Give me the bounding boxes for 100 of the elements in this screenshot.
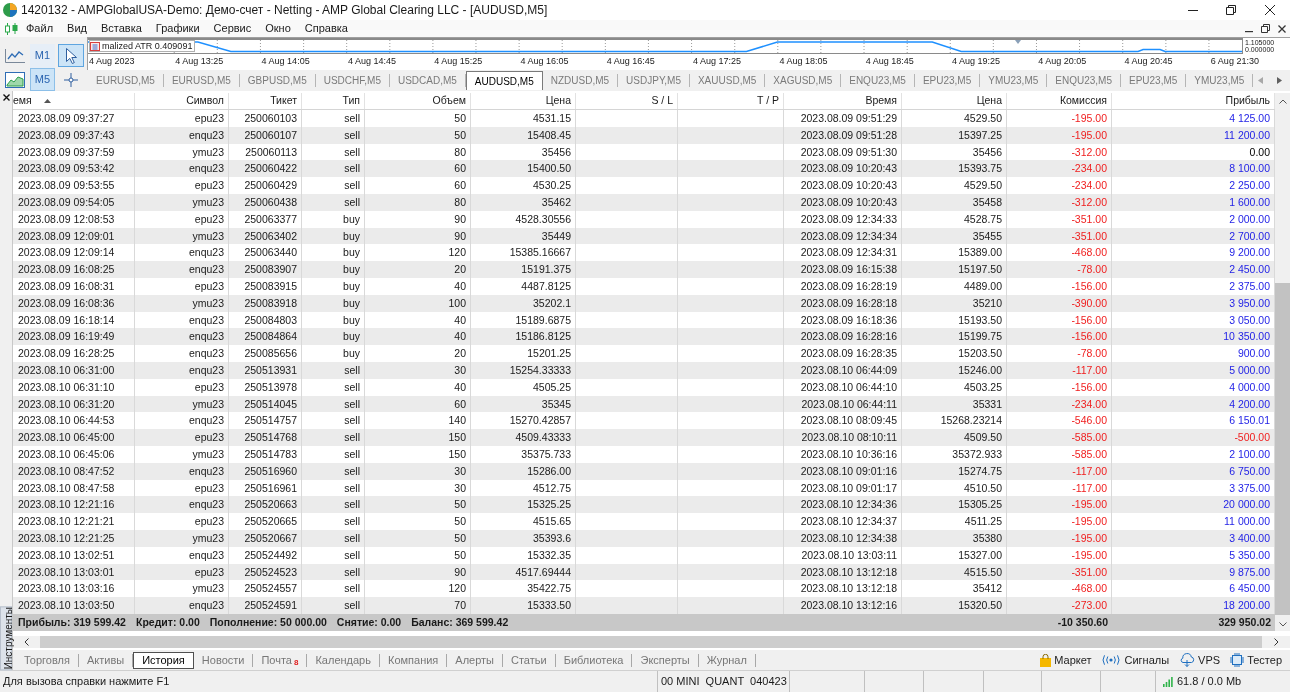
chart-tab[interactable]: USDCHF,M5: [315, 74, 390, 87]
table-cell: 2023.08.10 06:44:10: [784, 378, 902, 396]
area-chart-icon[interactable]: [5, 71, 25, 88]
table-cell: 15327.00: [902, 546, 1007, 564]
column-header[interactable]: S / L: [576, 93, 678, 109]
table-cell: buy: [302, 294, 365, 312]
column-header[interactable]: Тип: [302, 93, 365, 109]
table-cell: 2023.08.09 16:08:31: [13, 277, 135, 295]
time-axis-label: 4 Aug 17:25: [693, 56, 742, 66]
candlestick-icon[interactable]: [5, 22, 18, 35]
table-cell: sell: [302, 429, 365, 446]
table-cell: 35380: [902, 529, 1007, 547]
column-header[interactable]: Время: [784, 93, 902, 109]
panel-tab[interactable]: Эксперты: [632, 653, 699, 667]
menu-item[interactable]: Вставка: [93, 20, 149, 37]
window-title: 1420132 - AMPGlobalUSA-Demo: Демо-счет - Netting - AMP Global Clearing LLC - [AUDUSD,M5]: [21, 2, 548, 19]
restore-icon: [1226, 5, 1236, 15]
table-cell: 2023.08.10 10:36:16: [784, 445, 902, 463]
table-cell: 15203.50: [902, 345, 1007, 362]
table-cell: sell: [302, 445, 365, 463]
chart-tab[interactable]: EPU23,M5: [1120, 74, 1187, 87]
line-chart-icon[interactable]: [5, 48, 25, 63]
table-cell: enqu23: [135, 126, 229, 144]
table-cell: ymu23: [135, 529, 229, 547]
table-cell: ymu23: [135, 194, 229, 211]
column-header[interactable]: Символ: [135, 93, 229, 109]
chart-tab[interactable]: YMU23,M5: [980, 74, 1048, 87]
table-cell: epu23: [135, 110, 229, 127]
chart-tab[interactable]: USDCAD,M5: [389, 74, 466, 87]
table-cell: sell: [302, 597, 365, 614]
chart-tab[interactable]: EURUSD,M5: [88, 74, 164, 87]
scroll-right-icon[interactable]: [1277, 77, 1282, 84]
status-traffic: 61.8 / 0.0 Mb: [1177, 674, 1242, 690]
table-cell: 15333.50: [471, 597, 576, 614]
chevron-left-icon[interactable]: [24, 638, 29, 646]
table-cell: 250085656: [229, 345, 302, 362]
chart-tab[interactable]: USDJPY,M5: [618, 74, 690, 87]
menu-item[interactable]: Справка: [297, 20, 355, 37]
column-header[interactable]: T / P: [678, 93, 784, 109]
panel-tab[interactable]: Библиотека: [555, 653, 633, 667]
panel-tab[interactable]: История: [133, 651, 194, 669]
time-axis-label: 4 Aug 2023: [89, 56, 135, 66]
timeframe-button[interactable]: M1: [30, 44, 55, 67]
table-cell: enqu23: [135, 546, 229, 564]
table-cell: enqu23: [135, 345, 229, 362]
panel-tab[interactable]: Новости: [193, 653, 254, 667]
table-cell: 15197.50: [902, 261, 1007, 278]
panel-tab[interactable]: Статьи: [503, 653, 556, 667]
signals-button[interactable]: Сигналы: [1101, 651, 1170, 669]
menu-item[interactable]: Графики: [148, 20, 207, 37]
column-header[interactable]: Тикет: [229, 93, 302, 109]
panel-tab[interactable]: Журнал: [698, 653, 756, 667]
table-cell: 15274.75: [902, 462, 1007, 480]
table-cell: -312.00: [1007, 194, 1112, 211]
table-cell: sell: [302, 126, 365, 144]
table-cell: 250524492: [229, 546, 302, 564]
panel-tab[interactable]: Компания: [379, 653, 448, 667]
tester-button[interactable]: Тестер: [1230, 651, 1282, 669]
menu-item[interactable]: Сервис: [206, 20, 259, 37]
chart-tab[interactable]: YMU23,M5: [1186, 74, 1254, 87]
vertical-scrollbar[interactable]: [1275, 93, 1290, 631]
market-button[interactable]: Маркет: [1040, 651, 1092, 669]
close-icon[interactable]: [2, 93, 10, 101]
table-cell: 250063377: [229, 210, 302, 228]
chart-tab[interactable]: XAUUSD,M5: [689, 74, 766, 87]
chevron-down-icon[interactable]: [1278, 621, 1287, 627]
timeframe-button[interactable]: M5: [30, 68, 55, 91]
column-header[interactable]: Комиссия: [1007, 93, 1112, 109]
chart-tab[interactable]: EURUSD,M5: [163, 74, 240, 87]
restore-icon[interactable]: [1261, 24, 1270, 33]
scrollbar-thumb[interactable]: [1275, 283, 1290, 615]
column-header[interactable]: Цена: [902, 93, 1007, 109]
panel-tab[interactable]: Календарь: [307, 653, 380, 667]
vps-button[interactable]: VPS: [1179, 651, 1221, 669]
table-cell: 40: [365, 378, 471, 396]
table-cell: 250520667: [229, 529, 302, 547]
shopping-bag-icon: [1040, 653, 1052, 667]
menu-item[interactable]: Вид: [60, 20, 94, 37]
menu-item[interactable]: Окно: [258, 20, 298, 37]
chart-tab[interactable]: EPU23,M5: [914, 74, 981, 87]
chevron-right-icon[interactable]: [1273, 638, 1279, 646]
panel-tab[interactable]: Торговля: [16, 653, 79, 667]
table-cell: 2023.08.10 08:47:52: [13, 462, 135, 480]
cursor-button[interactable]: [58, 44, 84, 67]
chevron-up-icon[interactable]: [1278, 99, 1287, 104]
column-header[interactable]: емя: [13, 93, 135, 109]
close-icon[interactable]: [1278, 24, 1286, 33]
chart-tab[interactable]: XAGUSD,M5: [765, 74, 842, 87]
table-cell: 4509.43333: [471, 429, 576, 446]
chart-tab[interactable]: AUDUSD,M5: [465, 71, 543, 90]
column-header[interactable]: Объем: [365, 93, 471, 109]
chart-tab[interactable]: GBPUSD,M5: [239, 74, 316, 87]
column-header[interactable]: Цена: [471, 93, 576, 109]
menu-item[interactable]: Файл: [19, 20, 61, 37]
chart-tab[interactable]: NZDUSD,M5: [542, 74, 619, 87]
panel-tab[interactable]: Алерты: [447, 653, 503, 667]
chart-tab[interactable]: ENQU23,M5: [841, 74, 915, 87]
cloud-icon: [1179, 653, 1196, 667]
time-axis-label: 4 Aug 14:45: [347, 56, 396, 66]
chart-tab[interactable]: ENQU23,M5: [1047, 74, 1121, 87]
